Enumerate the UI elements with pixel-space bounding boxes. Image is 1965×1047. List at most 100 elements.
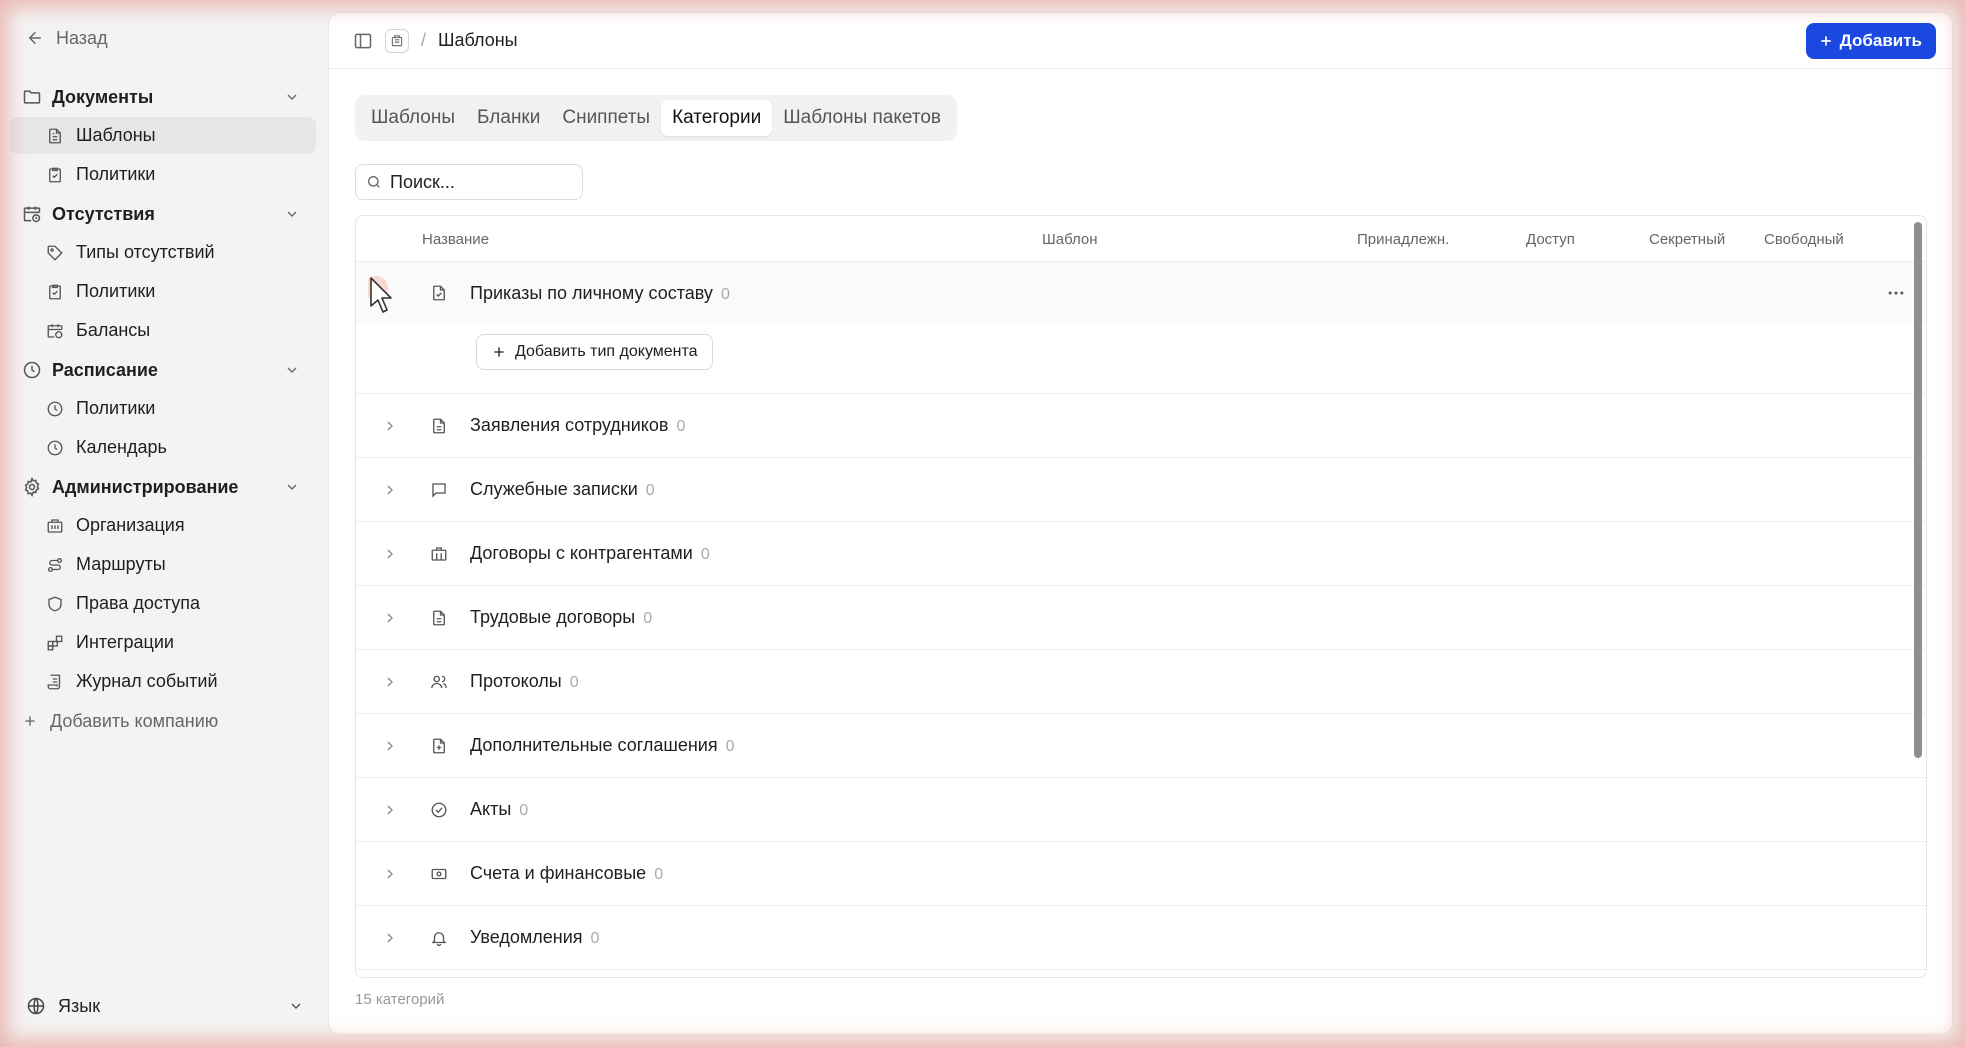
sidebar-group-schedule[interactable]: Расписание: [10, 351, 316, 389]
table-row[interactable]: Заявления сотрудников 0: [356, 394, 1926, 458]
tab-templates[interactable]: Шаблоны: [360, 100, 466, 136]
file-plus-icon: [430, 737, 448, 755]
table-row[interactable]: Приказы по личному составу 0: [356, 262, 1926, 324]
sidebar-group-absences[interactable]: Отсутствия: [10, 195, 316, 233]
chevron-right-icon[interactable]: [382, 866, 398, 882]
plus-icon: [1818, 33, 1834, 49]
chevron-right-icon[interactable]: [382, 610, 398, 626]
sidebar-item-absence-types[interactable]: Типы отсутствий: [10, 234, 316, 271]
banknote-icon: [430, 865, 448, 883]
calendar-clock-icon: [46, 322, 64, 340]
sidebar-item-organization[interactable]: Организация: [10, 507, 316, 544]
sidebar-item-integrations[interactable]: Интеграции: [10, 624, 316, 661]
chevron-right-icon[interactable]: [382, 930, 398, 946]
bell-icon: [430, 929, 448, 947]
sidebar-group-administration[interactable]: Администрирование: [10, 468, 316, 506]
tab-snippets[interactable]: Сниппеты: [551, 100, 661, 136]
row-count: 0: [700, 546, 710, 563]
group-label: Расписание: [52, 359, 158, 380]
chevron-right-icon[interactable]: [382, 546, 398, 562]
column-secret[interactable]: Секретный: [1649, 231, 1725, 248]
tab-bar: Шаблоны Бланки Сниппеты Категории Шаблон…: [355, 95, 957, 141]
table-header: Название Шаблон Принадлежн. Доступ Секре…: [356, 216, 1926, 262]
sidebar-item-schedule-policies[interactable]: Политики: [10, 390, 316, 427]
briefcase-icon: [430, 545, 448, 563]
sidebar-item-label: Политики: [76, 281, 156, 301]
row-name: Уведомления 0: [470, 927, 600, 947]
chevron-down-icon[interactable]: [284, 206, 300, 222]
column-name[interactable]: Название: [422, 231, 489, 248]
sidebar-item-routes[interactable]: Маршруты: [10, 546, 316, 583]
sidebar-item-event-log[interactable]: Журнал событий: [10, 663, 316, 700]
sidebar-item-label: Балансы: [76, 320, 151, 340]
sidebar-item-balances[interactable]: Балансы: [10, 312, 316, 349]
tab-package-templates[interactable]: Шаблоны пакетов: [772, 100, 952, 136]
search-box: [355, 164, 583, 200]
clock-icon: [22, 360, 42, 380]
scroll-icon: [46, 673, 64, 691]
table-row[interactable]: Служебные записки 0: [356, 458, 1926, 522]
message-square-icon: [430, 481, 448, 499]
search-input[interactable]: [390, 171, 570, 193]
clipboard-check-icon: [46, 283, 64, 301]
table-row[interactable]: Дополнительные соглашения 0: [356, 714, 1926, 778]
route-icon: [46, 556, 64, 574]
sidebar-item-absence-policies[interactable]: Политики: [10, 273, 316, 310]
add-button[interactable]: Добавить: [1805, 22, 1936, 59]
sidebar-item-label: Календарь: [76, 437, 167, 457]
tag-icon: [46, 244, 64, 262]
plus-icon: [22, 713, 38, 729]
chevron-right-icon[interactable]: [382, 482, 398, 498]
sidebar-item-calendar[interactable]: Календарь: [10, 429, 316, 466]
chevron-right-icon[interactable]: [382, 738, 398, 754]
chevron-down-icon[interactable]: [284, 479, 300, 495]
row-count: 0: [590, 930, 600, 947]
back-link[interactable]: Назад: [10, 22, 316, 54]
sidebar-toggle-icon[interactable]: [353, 31, 373, 51]
row-count: 0: [720, 285, 730, 303]
more-options-icon[interactable]: [1886, 283, 1906, 303]
table-row[interactable]: Уведомления 0: [356, 906, 1926, 970]
language-selector[interactable]: Язык: [10, 988, 316, 1024]
add-button-label: Добавить: [1839, 30, 1922, 50]
breadcrumb[interactable]: Шаблоны: [438, 30, 518, 51]
add-company-button[interactable]: Добавить компанию: [10, 702, 316, 740]
column-free[interactable]: Свободный: [1764, 231, 1844, 248]
table-scrollbar[interactable]: [1914, 222, 1922, 758]
sidebar-item-label: Политики: [76, 398, 156, 418]
add-document-type-button[interactable]: Добавить тип документа: [476, 334, 713, 370]
table-row[interactable]: Трудовые договоры 0: [356, 586, 1926, 650]
row-name: Счета и финансовые 0: [470, 863, 664, 883]
home-icon[interactable]: [385, 28, 409, 53]
row-count: 0: [519, 802, 529, 819]
chevron-right-icon[interactable]: [382, 802, 398, 818]
tab-blanks[interactable]: Бланки: [466, 100, 551, 136]
sidebar-item-doc-policies[interactable]: Политики: [10, 156, 316, 193]
chevron-right-icon[interactable]: [382, 674, 398, 690]
table-row[interactable]: Договоры с контрагентами 0: [356, 522, 1926, 586]
group-label: Документы: [52, 86, 154, 107]
topbar: / Шаблоны Добавить: [329, 13, 1952, 69]
column-access[interactable]: Доступ: [1526, 231, 1575, 248]
row-name: Акты 0: [470, 799, 529, 819]
row-name: Дополнительные соглашения 0: [470, 735, 735, 755]
row-name: Приказы по личному составу 0: [470, 282, 730, 303]
sidebar-item-label: Типы отсутствий: [76, 242, 215, 262]
column-template[interactable]: Шаблон: [1042, 231, 1098, 248]
chevron-down-icon[interactable]: [284, 89, 300, 105]
row-count: 0: [725, 738, 735, 755]
sidebar-item-label: Журнал событий: [76, 671, 218, 691]
column-owner[interactable]: Принадлежн.: [1357, 231, 1449, 248]
chevron-right-icon[interactable]: [382, 418, 398, 434]
sidebar-item-templates[interactable]: Шаблоны: [10, 117, 316, 154]
category-count: 15 категорий: [355, 991, 445, 1008]
tab-categories[interactable]: Категории: [661, 100, 773, 136]
sidebar-item-access-rights[interactable]: Права доступа: [10, 585, 316, 622]
chevron-down-icon[interactable]: [284, 362, 300, 378]
table-row[interactable]: Протоколы 0: [356, 650, 1926, 714]
add-company-label: Добавить компанию: [50, 710, 219, 731]
row-count: 0: [645, 482, 655, 499]
sidebar-group-documents[interactable]: Документы: [10, 78, 316, 116]
table-row[interactable]: Счета и финансовые 0: [356, 842, 1926, 906]
table-row[interactable]: Акты 0: [356, 778, 1926, 842]
